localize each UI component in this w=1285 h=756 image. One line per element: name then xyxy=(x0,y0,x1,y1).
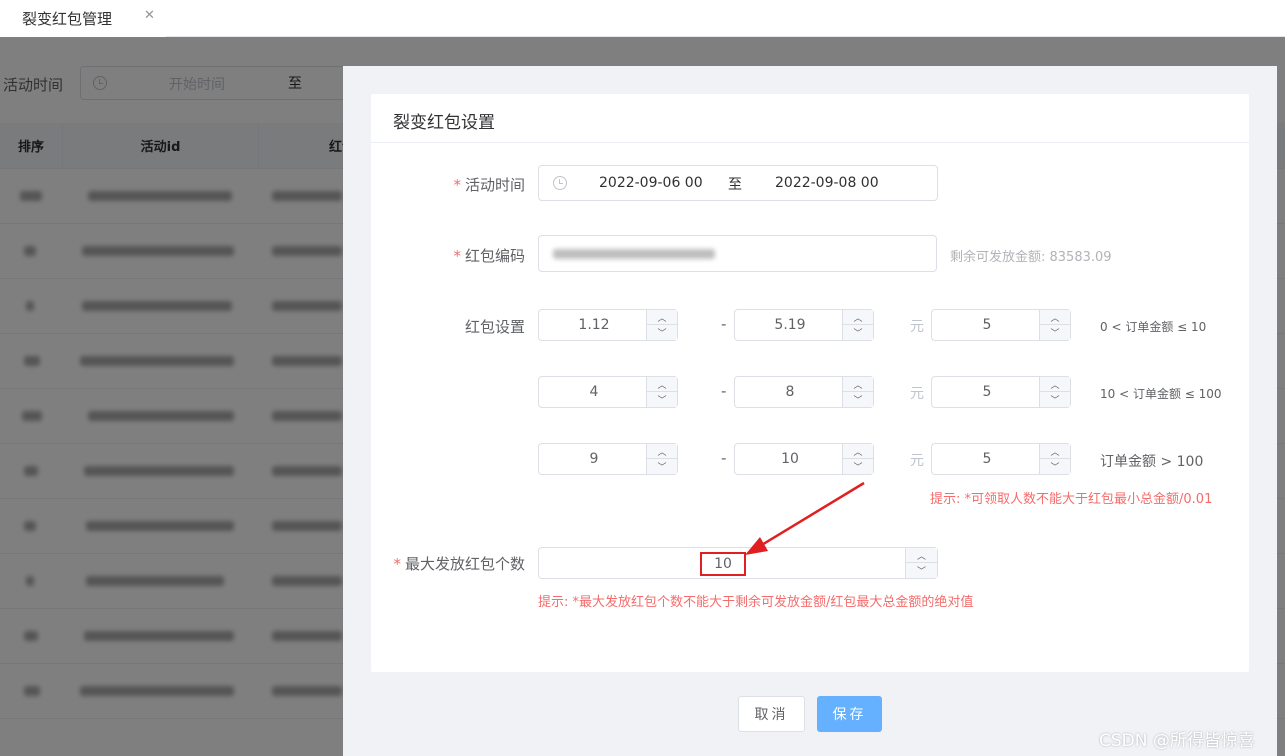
watermark: CSDN @所得皆惊喜 xyxy=(1099,731,1255,751)
arrow-icon xyxy=(745,481,865,555)
arrow-head xyxy=(745,537,768,555)
arrow-shaft xyxy=(759,481,865,548)
